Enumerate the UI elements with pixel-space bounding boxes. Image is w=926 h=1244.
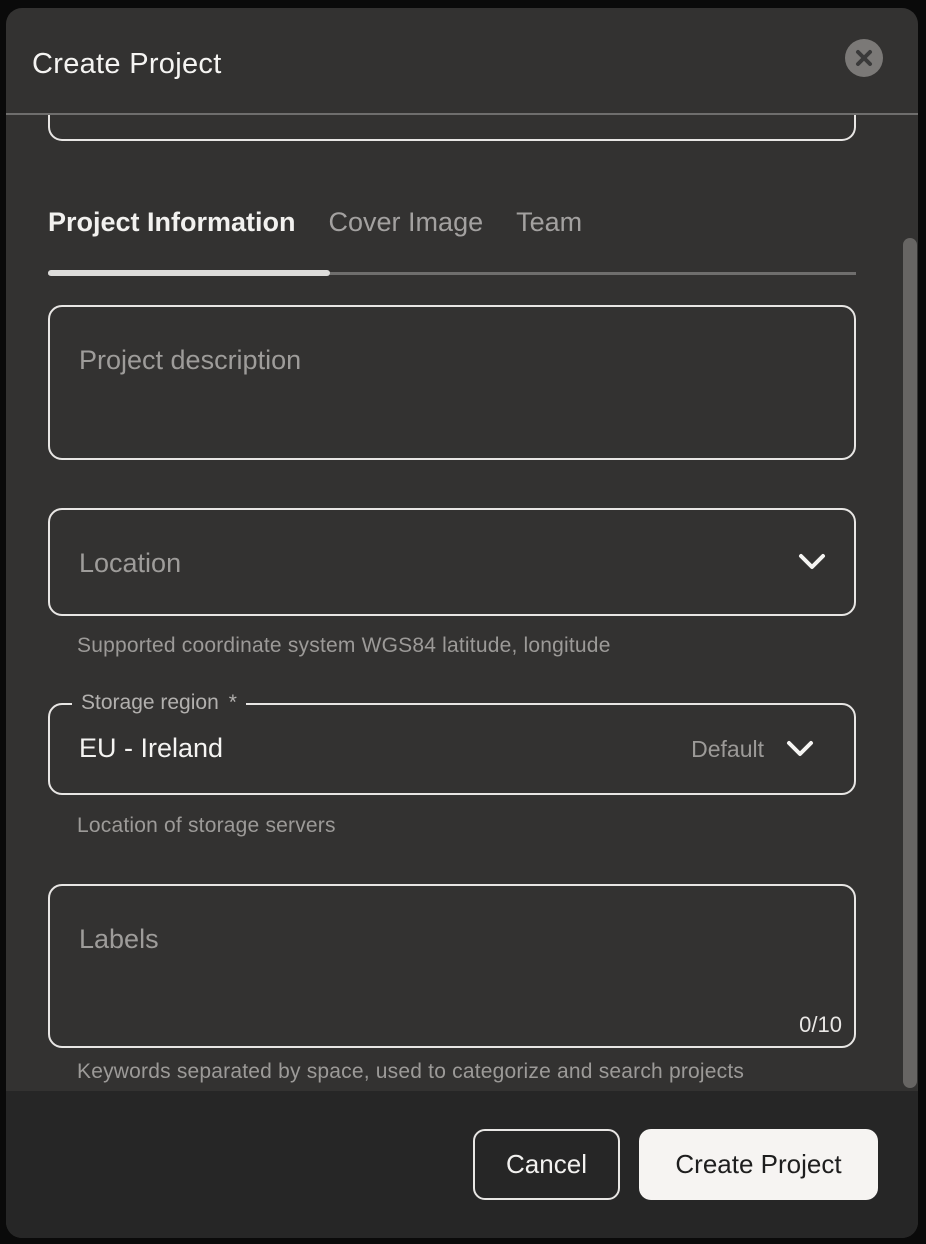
active-tab-indicator	[48, 270, 330, 276]
labels-input[interactable]: Labels 0/10	[48, 884, 856, 1048]
required-asterisk: *	[229, 691, 237, 715]
storage-region-helper-text: Location of storage servers	[77, 814, 336, 838]
create-project-dialog: Create Project Project Information Cover…	[6, 8, 918, 1238]
chevron-down-icon	[796, 552, 828, 572]
location-helper-text: Supported coordinate system WGS84 latitu…	[77, 634, 611, 658]
labels-placeholder: Labels	[79, 924, 159, 955]
dialog-footer: Cancel Create Project	[6, 1091, 918, 1238]
project-description-placeholder: Project description	[79, 345, 301, 376]
labels-helper-text: Keywords separated by space, used to cat…	[77, 1060, 744, 1084]
dialog-tabs: Project Information Cover Image Team	[48, 207, 582, 238]
location-select[interactable]: Location	[48, 508, 856, 616]
close-button[interactable]	[845, 39, 883, 77]
storage-region-select[interactable]: Storage region * EU - Ireland Default	[48, 703, 856, 795]
labels-char-counter: 0/10	[799, 1012, 842, 1038]
storage-region-value: EU - Ireland	[79, 733, 223, 764]
tab-cover-image[interactable]: Cover Image	[329, 207, 484, 238]
chevron-down-icon	[784, 739, 816, 759]
tab-project-information[interactable]: Project Information	[48, 207, 296, 238]
storage-region-right: Default	[691, 705, 816, 793]
dialog-title: Create Project	[32, 48, 222, 81]
scrollbar-thumb[interactable]	[903, 238, 917, 1088]
create-project-button[interactable]: Create Project	[639, 1129, 878, 1200]
location-placeholder: Location	[79, 548, 181, 579]
project-name-field-partial[interactable]	[48, 115, 856, 141]
cancel-button[interactable]: Cancel	[473, 1129, 620, 1200]
close-icon	[854, 48, 874, 68]
project-description-textarea[interactable]: Project description	[48, 305, 856, 460]
storage-region-label: Storage region *	[72, 691, 246, 715]
storage-region-label-text: Storage region	[81, 691, 219, 715]
tab-team[interactable]: Team	[516, 207, 582, 238]
default-badge: Default	[691, 736, 764, 763]
